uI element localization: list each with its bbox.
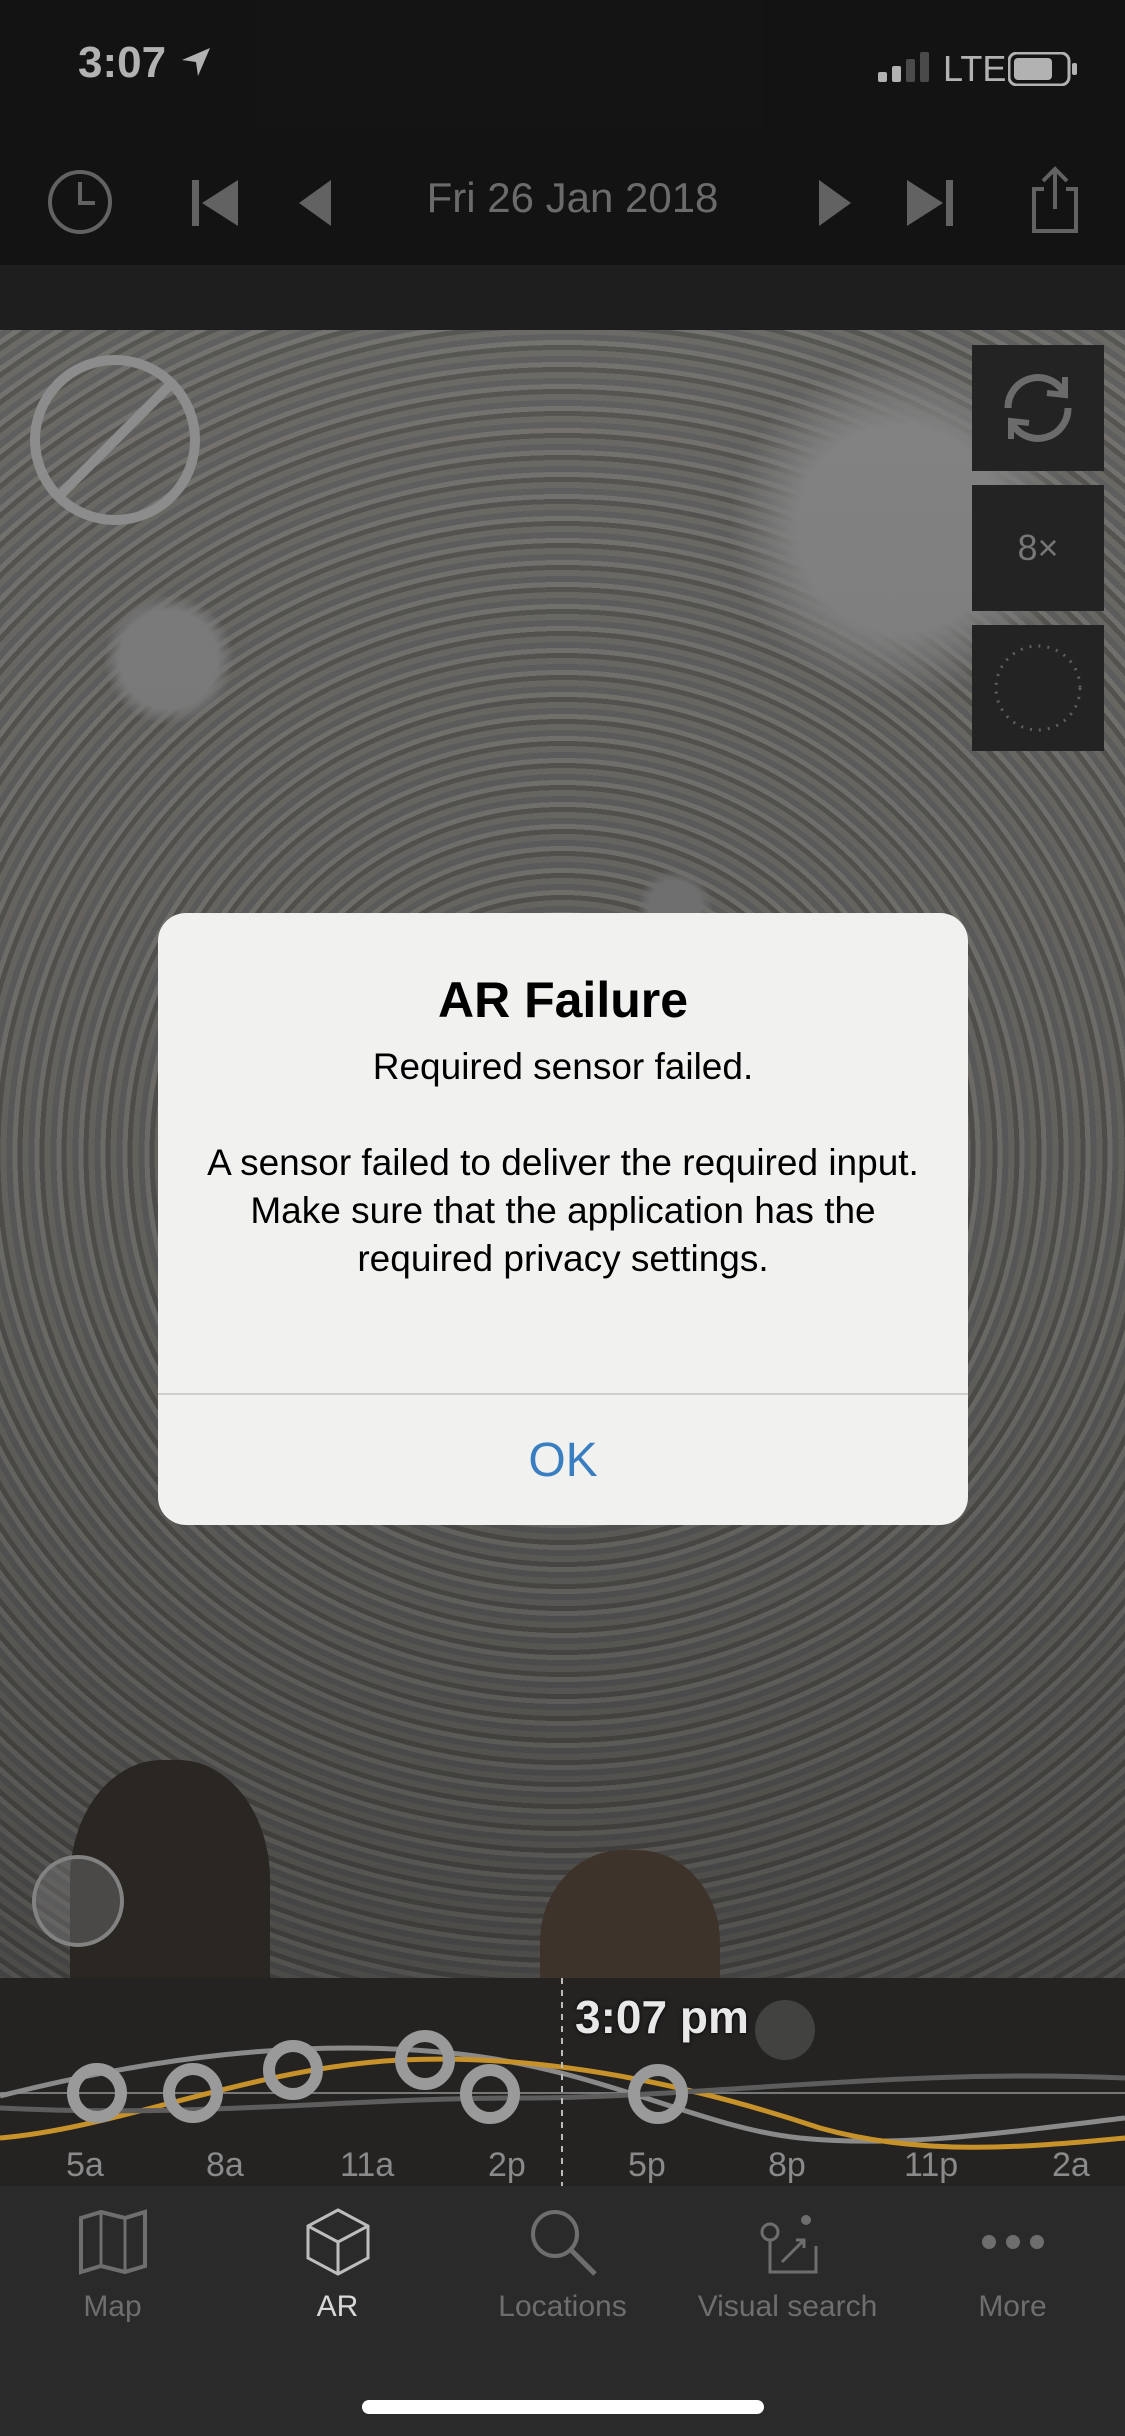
tab-map[interactable]: Map xyxy=(0,2206,225,2356)
home-indicator[interactable] xyxy=(362,2400,764,2414)
sun-moon-timeline[interactable]: 5a 8a 11a 2p 5p 8p 11p 2a xyxy=(0,1978,1125,2186)
tab-label: Map xyxy=(83,2290,142,2323)
tab-bar: Map AR Locations Visual search More xyxy=(0,2186,1125,2436)
tab-visual-search[interactable]: Visual search xyxy=(675,2206,900,2356)
current-time-label: 3:07 pm xyxy=(575,1991,749,2043)
map-icon xyxy=(78,2209,147,2275)
alert-title: AR Failure xyxy=(437,972,689,1028)
timeline-label: 2p xyxy=(488,2146,526,2184)
tab-label: More xyxy=(978,2290,1047,2323)
tab-more[interactable]: More xyxy=(900,2206,1125,2356)
tab-label: AR xyxy=(316,2290,359,2323)
visual-search-icon xyxy=(760,2215,817,2274)
ar-failure-alert: AR Failure Required sensor failed. A sen… xyxy=(158,913,968,1525)
timeline-label: 2a xyxy=(1052,2146,1090,2184)
timeline-label: 11a xyxy=(340,2146,395,2184)
timeline-label: 11p xyxy=(904,2146,959,2184)
timeline-label: 5p xyxy=(628,2146,666,2184)
cube-icon xyxy=(306,2208,369,2276)
timeline-label: 8a xyxy=(206,2146,244,2184)
tab-locations[interactable]: Locations xyxy=(450,2206,675,2356)
tab-ar[interactable]: AR xyxy=(225,2206,450,2356)
more-icon xyxy=(981,2235,1044,2249)
timeline-label: 5a xyxy=(66,2146,104,2184)
timeline-label: 8p xyxy=(768,2146,806,2184)
tab-label: Locations xyxy=(498,2290,627,2323)
tab-label: Visual search xyxy=(697,2290,878,2323)
alert-message: Required sensor failed. A sensor failed … xyxy=(207,1046,919,1279)
ok-button[interactable]: OK xyxy=(158,1395,968,1525)
search-icon xyxy=(530,2210,597,2276)
